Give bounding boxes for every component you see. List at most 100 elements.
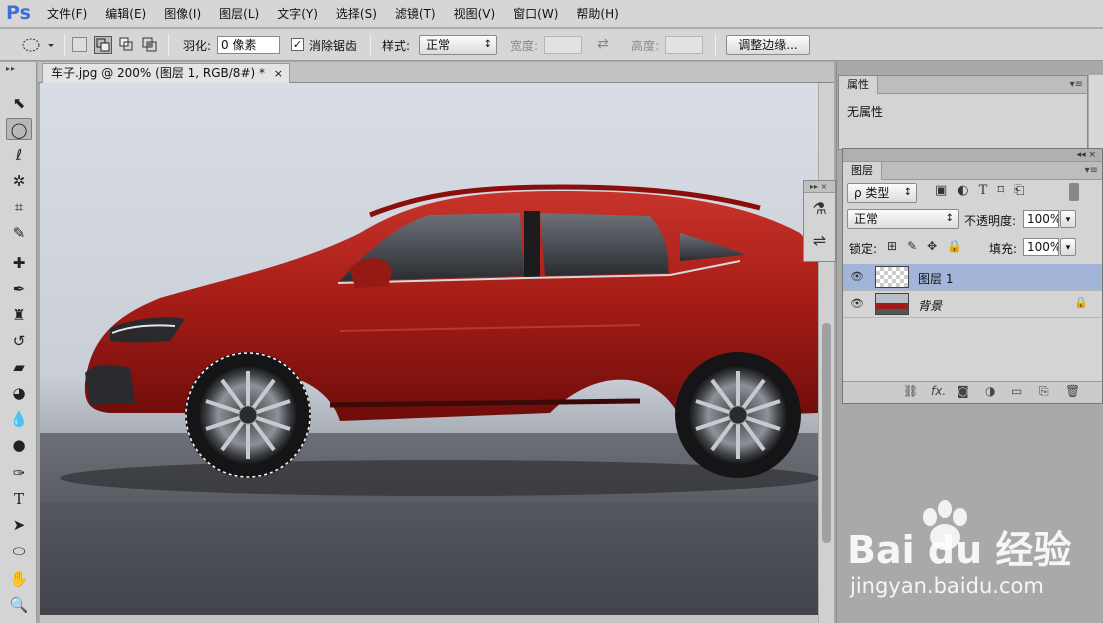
scrollbar-thumb[interactable] bbox=[822, 323, 831, 543]
adjustment-layer-icon[interactable]: ◑ bbox=[985, 384, 995, 398]
move-tool-icon[interactable]: ⬉ bbox=[6, 92, 32, 114]
menu-select[interactable]: 选择(S) bbox=[327, 0, 386, 28]
properties-content: 无属性 bbox=[847, 105, 884, 119]
lasso-tool-icon[interactable]: ℓ bbox=[6, 144, 32, 166]
layer-filter-select[interactable]: ρ 类型 bbox=[847, 183, 917, 203]
refine-edge-button[interactable]: 调整边缘... bbox=[726, 35, 810, 55]
adjustment-filter-icon[interactable]: ◐ bbox=[957, 183, 968, 201]
eraser-tool-icon[interactable]: ▰ bbox=[6, 356, 32, 378]
link-layers-icon[interactable]: ⛓ bbox=[903, 384, 918, 398]
visibility-eye-icon[interactable]: 👁 bbox=[849, 297, 865, 311]
crop-tool-icon[interactable]: ⌗ bbox=[6, 196, 32, 218]
trash-icon[interactable]: 🗑 bbox=[1065, 384, 1080, 398]
menu-help[interactable]: 帮助(H) bbox=[567, 0, 627, 28]
feather-input[interactable]: 0 像素 bbox=[217, 36, 280, 54]
close-icon[interactable]: × bbox=[274, 64, 283, 83]
menu-type[interactable]: 文字(Y) bbox=[268, 0, 327, 28]
lock-pixels-icon[interactable]: ✎ bbox=[907, 239, 917, 253]
clone-stamp-tool-icon[interactable]: ♜ bbox=[6, 304, 32, 326]
lock-position-icon[interactable]: ✥ bbox=[927, 239, 937, 253]
height-input[interactable] bbox=[665, 36, 703, 54]
document-tab[interactable]: 车子.jpg @ 200% (图层 1, RGB/8#) * × bbox=[42, 63, 290, 83]
properties-scrollbar[interactable] bbox=[1089, 75, 1103, 150]
layers-menu-icon[interactable]: ▾≡ bbox=[1085, 162, 1098, 180]
shape-filter-icon[interactable]: ⌑ bbox=[997, 183, 1004, 201]
fill-dropdown[interactable]: ▾ bbox=[1060, 238, 1076, 256]
zoom-tool-icon[interactable]: 🔍 bbox=[6, 594, 32, 616]
lock-all-icon[interactable]: 🔒 bbox=[947, 239, 962, 253]
add-mask-icon[interactable]: ◙ bbox=[957, 384, 969, 398]
layer-thumbnail bbox=[875, 293, 909, 315]
layers-panel-header[interactable]: ◂◂ × bbox=[843, 149, 1102, 162]
history-brush-tool-icon[interactable]: ↺ bbox=[6, 330, 32, 352]
add-to-selection-icon[interactable] bbox=[94, 36, 112, 54]
layers-footer: ⛓ fx. ◙ ◑ ▭ ⎘ 🗑 bbox=[843, 381, 1102, 403]
layer-name[interactable]: 背景 bbox=[918, 297, 942, 314]
dock-grip[interactable]: ▸▸ × bbox=[804, 181, 835, 193]
visibility-eye-icon[interactable]: 👁 bbox=[849, 270, 865, 284]
style-select[interactable]: 正常 bbox=[419, 35, 497, 55]
menu-bar: Ps 文件(F) 编辑(E) 图像(I) 图层(L) 文字(Y) 选择(S) 滤… bbox=[0, 0, 1103, 28]
type-tool-icon[interactable]: T bbox=[6, 488, 32, 510]
options-bar: 羽化: 0 像素 ✓ 消除锯齿 样式: 正常 宽度: ⇄ 高度: 调整边缘... bbox=[0, 29, 1103, 61]
width-input[interactable] bbox=[544, 36, 582, 54]
intersect-selection-icon[interactable] bbox=[142, 37, 157, 52]
spot-healing-tool-icon[interactable]: ✚ bbox=[6, 252, 32, 274]
magic-wand-tool-icon[interactable]: ✲ bbox=[6, 170, 32, 192]
fx-icon[interactable]: fx. bbox=[931, 384, 946, 398]
menu-file[interactable]: 文件(F) bbox=[38, 0, 96, 28]
filter-toggle[interactable] bbox=[1069, 183, 1079, 201]
blur-tool-icon[interactable]: 💧 bbox=[6, 408, 32, 430]
pen-tool-icon[interactable]: ✑ bbox=[6, 462, 32, 484]
swap-dimensions-icon[interactable]: ⇄ bbox=[597, 36, 609, 52]
style-label: 样式: bbox=[382, 39, 411, 53]
tab-properties[interactable]: 属性 bbox=[839, 76, 878, 94]
hand-tool-icon[interactable]: ✋ bbox=[6, 568, 32, 590]
eyedropper-tool-icon[interactable]: ✎ bbox=[6, 222, 32, 244]
new-group-icon[interactable]: ▭ bbox=[1011, 384, 1022, 398]
menu-view[interactable]: 视图(V) bbox=[445, 0, 505, 28]
layers-panel: ◂◂ × 图层 ▾≡ ρ 类型 ▣ ◐ T ⌑ ⎗ 正常 不透明度: 100% … bbox=[842, 148, 1103, 404]
blend-mode-select[interactable]: 正常 bbox=[847, 209, 959, 229]
canvas-vertical-scrollbar[interactable] bbox=[818, 83, 834, 623]
brush-presets-icon[interactable]: ⚗ bbox=[804, 193, 835, 225]
tool-preset-picker[interactable] bbox=[20, 36, 56, 54]
panel-menu-icon[interactable]: ▾≡ bbox=[1070, 76, 1083, 94]
lock-transparency-icon[interactable]: ⊞ bbox=[887, 239, 897, 253]
menu-filter[interactable]: 滤镜(T) bbox=[386, 0, 445, 28]
document-tab-bar: 车子.jpg @ 200% (图层 1, RGB/8#) * × bbox=[38, 62, 834, 83]
document-canvas[interactable] bbox=[40, 83, 818, 615]
pixel-filter-icon[interactable]: ▣ bbox=[935, 183, 947, 201]
menu-layer[interactable]: 图层(L) bbox=[210, 0, 268, 28]
menu-image[interactable]: 图像(I) bbox=[155, 0, 210, 28]
new-selection-icon[interactable] bbox=[72, 37, 87, 52]
menu-window[interactable]: 窗口(W) bbox=[504, 0, 567, 28]
dodge-tool-icon[interactable]: ● bbox=[6, 434, 32, 456]
layer-row[interactable]: 👁 图层 1 bbox=[843, 264, 1102, 291]
elliptical-marquee-tool-icon[interactable]: ◯ bbox=[6, 118, 32, 140]
path-selection-tool-icon[interactable]: ➤ bbox=[6, 514, 32, 536]
antialias-checkbox[interactable]: ✓ bbox=[291, 38, 304, 51]
paint-bucket-tool-icon[interactable]: ◕ bbox=[6, 382, 32, 404]
tab-layers[interactable]: 图层 bbox=[843, 162, 882, 180]
properties-tab-row: 属性 ▾≡ bbox=[839, 76, 1087, 94]
panel-grip[interactable]: ▸▸ bbox=[6, 64, 30, 73]
ellipse-shape-tool-icon[interactable]: ⬭ bbox=[6, 540, 32, 562]
layers-tab-row: 图层 ▾≡ bbox=[843, 162, 1102, 180]
filter-icons: ▣ ◐ T ⌑ ⎗ bbox=[935, 183, 1065, 201]
fill-input[interactable]: 100% bbox=[1023, 238, 1059, 256]
opacity-input[interactable]: 100% bbox=[1023, 210, 1059, 228]
subtract-from-selection-icon[interactable] bbox=[119, 37, 134, 52]
layer-row[interactable]: 👁 背景 🔒 bbox=[843, 291, 1102, 318]
fill-label: 填充: bbox=[989, 242, 1018, 256]
brush-tool-icon[interactable]: ✒ bbox=[6, 278, 32, 300]
layer-name[interactable]: 图层 1 bbox=[918, 270, 953, 287]
smart-object-filter-icon[interactable]: ⎗ bbox=[1014, 183, 1024, 201]
adjustments-sliders-icon[interactable]: ⇌ bbox=[804, 225, 835, 257]
menu-edit[interactable]: 编辑(E) bbox=[96, 0, 155, 28]
type-filter-icon[interactable]: T bbox=[979, 183, 988, 201]
canvas-horizontal-scrollbar[interactable] bbox=[40, 615, 818, 623]
watermark-brand: Bai du 经验 bbox=[847, 528, 1071, 572]
new-layer-icon[interactable]: ⎘ bbox=[1039, 384, 1049, 399]
opacity-dropdown[interactable]: ▾ bbox=[1060, 210, 1076, 228]
